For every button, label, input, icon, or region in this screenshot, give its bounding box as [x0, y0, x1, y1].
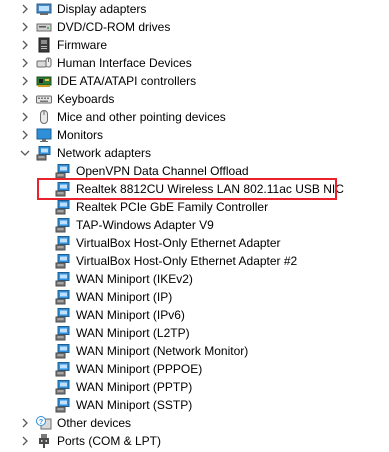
network-adapter-icon	[55, 236, 70, 251]
tree-item-label: Mice and other pointing devices	[57, 110, 226, 124]
monitor-icon	[36, 128, 52, 142]
tree-item-monitors[interactable]: Monitors	[0, 126, 389, 144]
tree-item-keyboards[interactable]: Keyboards	[0, 90, 389, 108]
chevron-right-icon[interactable]	[19, 111, 31, 123]
chevron-right-icon[interactable]	[19, 129, 31, 141]
tree-item-other-devices[interactable]: ? Other devices	[0, 414, 389, 432]
mouse-icon	[40, 110, 48, 124]
tree-item-wan-miniport-network-monitor[interactable]: WAN Miniport (Network Monitor)	[0, 342, 389, 360]
tree-item-display-adapters[interactable]: Display adapters	[0, 0, 389, 18]
network-adapter-icon	[55, 272, 70, 287]
network-adapter-icon	[55, 362, 70, 377]
chevron-down-icon[interactable]	[19, 147, 31, 159]
tree-item-label: WAN Miniport (PPPOE)	[76, 362, 203, 376]
tree-item-wan-miniport-pptp[interactable]: WAN Miniport (PPTP)	[0, 378, 389, 396]
chevron-right-icon[interactable]	[19, 21, 31, 33]
tree-item-mice[interactable]: Mice and other pointing devices	[0, 108, 389, 126]
tree-item-label: VirtualBox Host-Only Ethernet Adapter #2	[76, 254, 298, 268]
tree-item-tap-windows-adapter[interactable]: TAP-Windows Adapter V9	[0, 216, 389, 234]
network-adapter-icon	[55, 254, 70, 269]
tree-item-label: IDE ATA/ATAPI controllers	[57, 74, 197, 88]
chevron-right-icon[interactable]	[19, 57, 31, 69]
tree-item-virtualbox-host-only-2[interactable]: VirtualBox Host-Only Ethernet Adapter #2	[0, 252, 389, 270]
network-adapter-icon	[55, 290, 70, 305]
hid-icon	[36, 57, 52, 68]
chevron-right-icon[interactable]	[19, 39, 31, 51]
tree-item-label: Keyboards	[57, 92, 115, 106]
tree-item-label: Ports (COM & LPT)	[57, 434, 162, 448]
tree-item-label: WAN Miniport (Network Monitor)	[76, 344, 249, 358]
svg-text:?: ?	[39, 419, 43, 426]
tree-item-human-interface-devices[interactable]: Human Interface Devices	[0, 54, 389, 72]
tree-item-label: WAN Miniport (SSTP)	[76, 398, 193, 412]
highlight-annotation-box	[37, 178, 337, 200]
tree-item-label: DVD/CD-ROM drives	[57, 20, 171, 34]
dvd-drive-icon	[36, 23, 52, 32]
network-adapter-icon	[55, 218, 70, 233]
tree-item-label: Display adapters	[57, 2, 147, 16]
tree-item-wan-miniport-ipv6[interactable]: WAN Miniport (IPv6)	[0, 306, 389, 324]
tree-item-firmware[interactable]: Firmware	[0, 36, 389, 54]
tree-item-label: WAN Miniport (IP)	[76, 290, 173, 304]
tree-item-label: Monitors	[57, 128, 104, 142]
network-adapter-icon	[55, 398, 70, 413]
tree-item-label: Other devices	[57, 416, 132, 430]
network-adapter-icon	[55, 344, 70, 359]
tree-item-ide-ata-atapi-controllers[interactable]: IDE ATA/ATAPI controllers	[0, 72, 389, 90]
tree-item-label: WAN Miniport (L2TP)	[76, 326, 190, 340]
tree-item-label: WAN Miniport (IKEv2)	[76, 272, 193, 286]
tree-item-network-adapters[interactable]: Network adapters	[0, 144, 389, 162]
tree-item-label: VirtualBox Host-Only Ethernet Adapter	[76, 236, 281, 250]
network-adapter-icon	[55, 200, 70, 215]
tree-item-dvd-cd-rom-drives[interactable]: DVD/CD-ROM drives	[0, 18, 389, 36]
tree-item-label: Realtek PCIe GbE Family Controller	[76, 200, 269, 214]
tree-item-wan-miniport-ip[interactable]: WAN Miniport (IP)	[0, 288, 389, 306]
tree-item-label: Human Interface Devices	[57, 56, 192, 70]
network-adapter-icon	[55, 308, 70, 323]
chevron-right-icon[interactable]	[19, 435, 31, 447]
network-adapter-icon	[55, 326, 70, 341]
tree-item-realtek-pcie-gbe[interactable]: Realtek PCIe GbE Family Controller	[0, 198, 389, 216]
tree-item-wan-miniport-ikev2[interactable]: WAN Miniport (IKEv2)	[0, 270, 389, 288]
chevron-right-icon[interactable]	[19, 417, 31, 429]
ports-icon	[39, 434, 49, 448]
chevron-right-icon[interactable]	[19, 75, 31, 87]
chevron-right-icon[interactable]	[19, 93, 31, 105]
tree-item-wan-miniport-sstp[interactable]: WAN Miniport (SSTP)	[0, 396, 389, 414]
ide-controller-icon	[36, 76, 52, 87]
tree-item-virtualbox-host-only[interactable]: VirtualBox Host-Only Ethernet Adapter	[0, 234, 389, 252]
device-tree: Display adapters DVD/CD-ROM drives Firmw…	[0, 0, 389, 452]
tree-item-ports[interactable]: Ports (COM & LPT)	[0, 432, 389, 450]
tree-item-label: WAN Miniport (PPTP)	[76, 380, 193, 394]
keyboard-icon	[36, 95, 52, 104]
tree-item-wan-miniport-l2tp[interactable]: WAN Miniport (L2TP)	[0, 324, 389, 342]
network-adapter-icon	[36, 146, 51, 161]
tree-item-label: Firmware	[57, 38, 107, 52]
other-devices-icon: ?	[36, 416, 52, 430]
tree-item-label: WAN Miniport (IPv6)	[76, 308, 185, 322]
display-adapter-icon	[36, 3, 52, 15]
tree-item-wan-miniport-pppoe[interactable]: WAN Miniport (PPPOE)	[0, 360, 389, 378]
tree-item-label: Network adapters	[57, 146, 152, 160]
firmware-icon	[38, 37, 50, 53]
network-adapter-icon	[55, 164, 70, 179]
chevron-right-icon[interactable]	[19, 3, 31, 15]
tree-item-label: TAP-Windows Adapter V9	[76, 218, 214, 232]
network-adapter-icon	[55, 380, 70, 395]
